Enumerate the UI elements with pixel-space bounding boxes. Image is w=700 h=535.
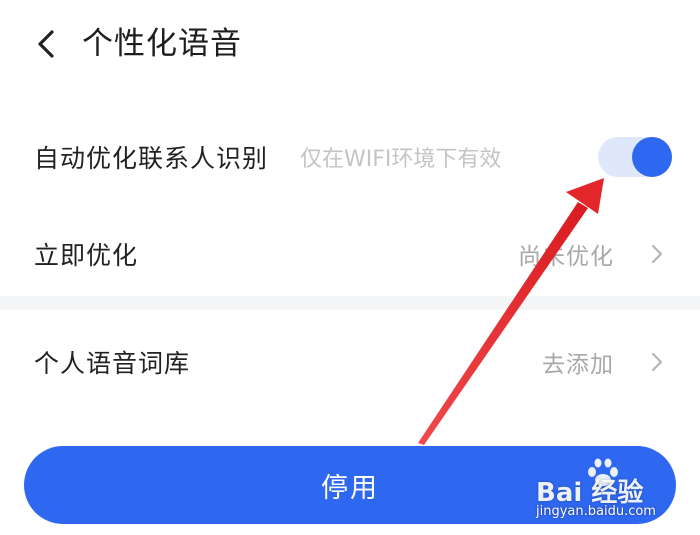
optimize-status-value: 尚未优化: [518, 244, 614, 270]
disable-button[interactable]: 停用: [24, 446, 676, 524]
page-title: 个性化语音: [82, 26, 242, 62]
optimize-now-label: 立即优化: [34, 241, 139, 270]
auto-optimize-label: 自动优化联系人识别: [34, 144, 269, 173]
auto-optimize-hint: 仅在WIFI环境下有效: [300, 147, 502, 172]
chevron-left-icon: [38, 30, 54, 58]
setting-row-personal-lexicon[interactable]: 个人语音词库 去添加: [0, 327, 700, 397]
back-button[interactable]: [28, 24, 64, 64]
personal-lexicon-label: 个人语音词库: [34, 349, 191, 378]
header-bar: 个性化语音: [0, 0, 700, 90]
chevron-right-icon: [651, 244, 663, 264]
personal-lexicon-value: 去添加: [542, 352, 614, 378]
setting-row-optimize-now[interactable]: 立即优化 尚未优化: [0, 219, 700, 289]
section-divider: [0, 296, 700, 310]
chevron-right-icon: [651, 352, 663, 372]
toggle-knob: [632, 137, 672, 177]
setting-row-auto-optimize: 自动优化联系人识别 仅在WIFI环境下有效: [0, 122, 700, 192]
auto-optimize-toggle[interactable]: [598, 137, 672, 177]
